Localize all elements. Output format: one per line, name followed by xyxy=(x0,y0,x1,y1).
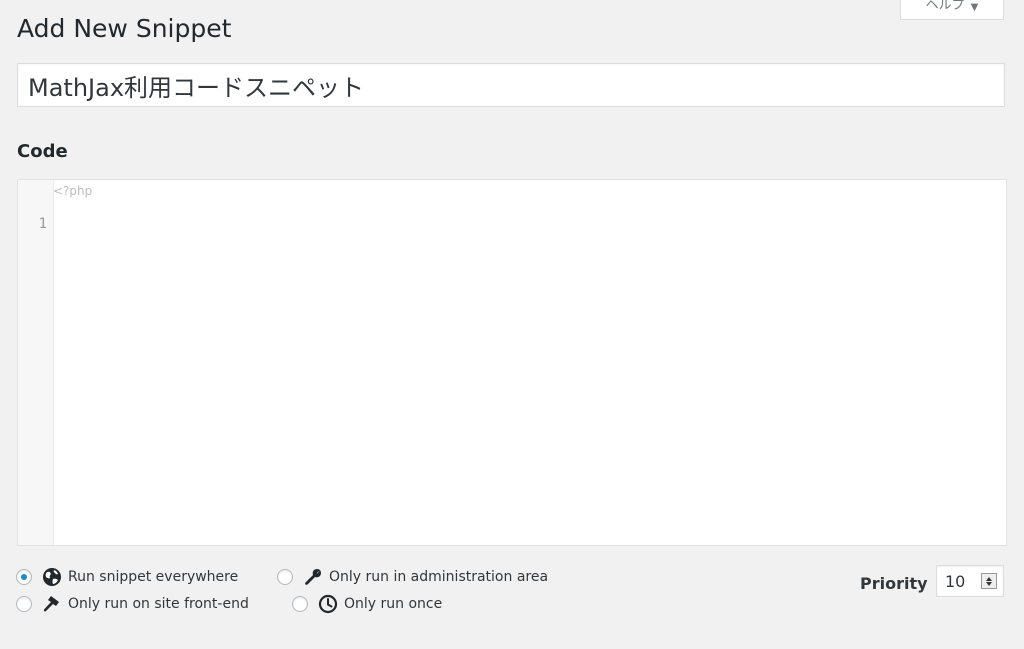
scope-option-everywhere[interactable]: Run snippet everywhere xyxy=(16,567,238,587)
priority-label: Priority xyxy=(860,574,928,593)
hammer-icon xyxy=(42,594,62,614)
scope-label-everywhere: Run snippet everywhere xyxy=(68,569,239,585)
caret-down-icon: ▼ xyxy=(970,2,979,13)
code-editor[interactable]: 1 <?php xyxy=(17,179,1007,546)
spinner-arrows-icon[interactable] xyxy=(981,573,997,589)
scope-radio-frontend[interactable] xyxy=(16,596,32,612)
globe-icon xyxy=(42,567,62,587)
scope-label-frontend: Only run on site front-end xyxy=(68,596,249,612)
scope-option-frontend[interactable]: Only run on site front-end xyxy=(16,594,249,614)
snippet-editor-page: ヘルプ ▼ Add New Snippet Code 1 <?php Run s… xyxy=(0,0,1024,649)
line-number: 1 xyxy=(38,216,47,232)
scope-radio-everywhere[interactable] xyxy=(16,569,32,585)
scope-radio-once[interactable] xyxy=(292,596,308,612)
code-heading: Code xyxy=(17,141,68,162)
page-title: Add New Snippet xyxy=(17,14,232,43)
priority-value: 10 xyxy=(945,571,966,591)
scope-options: Run snippet everywhere Only run in admin… xyxy=(16,567,576,627)
snippet-title-input[interactable] xyxy=(17,63,1005,107)
scope-option-admin[interactable]: Only run in administration area xyxy=(277,567,548,587)
code-text-area[interactable] xyxy=(54,210,1006,545)
clock-icon xyxy=(318,594,338,614)
priority-stepper[interactable]: 10 xyxy=(936,565,1004,597)
wrench-icon xyxy=(303,567,323,587)
scope-label-once: Only run once xyxy=(344,596,443,612)
scope-radio-admin[interactable] xyxy=(277,569,293,585)
help-tab-label: ヘルプ xyxy=(925,0,965,13)
line-number-gutter: 1 xyxy=(18,180,54,545)
help-tab[interactable]: ヘルプ ▼ xyxy=(900,0,1004,20)
scope-label-admin: Only run in administration area xyxy=(329,569,549,585)
php-open-tag: <?php xyxy=(53,184,93,198)
scope-option-once[interactable]: Only run once xyxy=(292,594,442,614)
